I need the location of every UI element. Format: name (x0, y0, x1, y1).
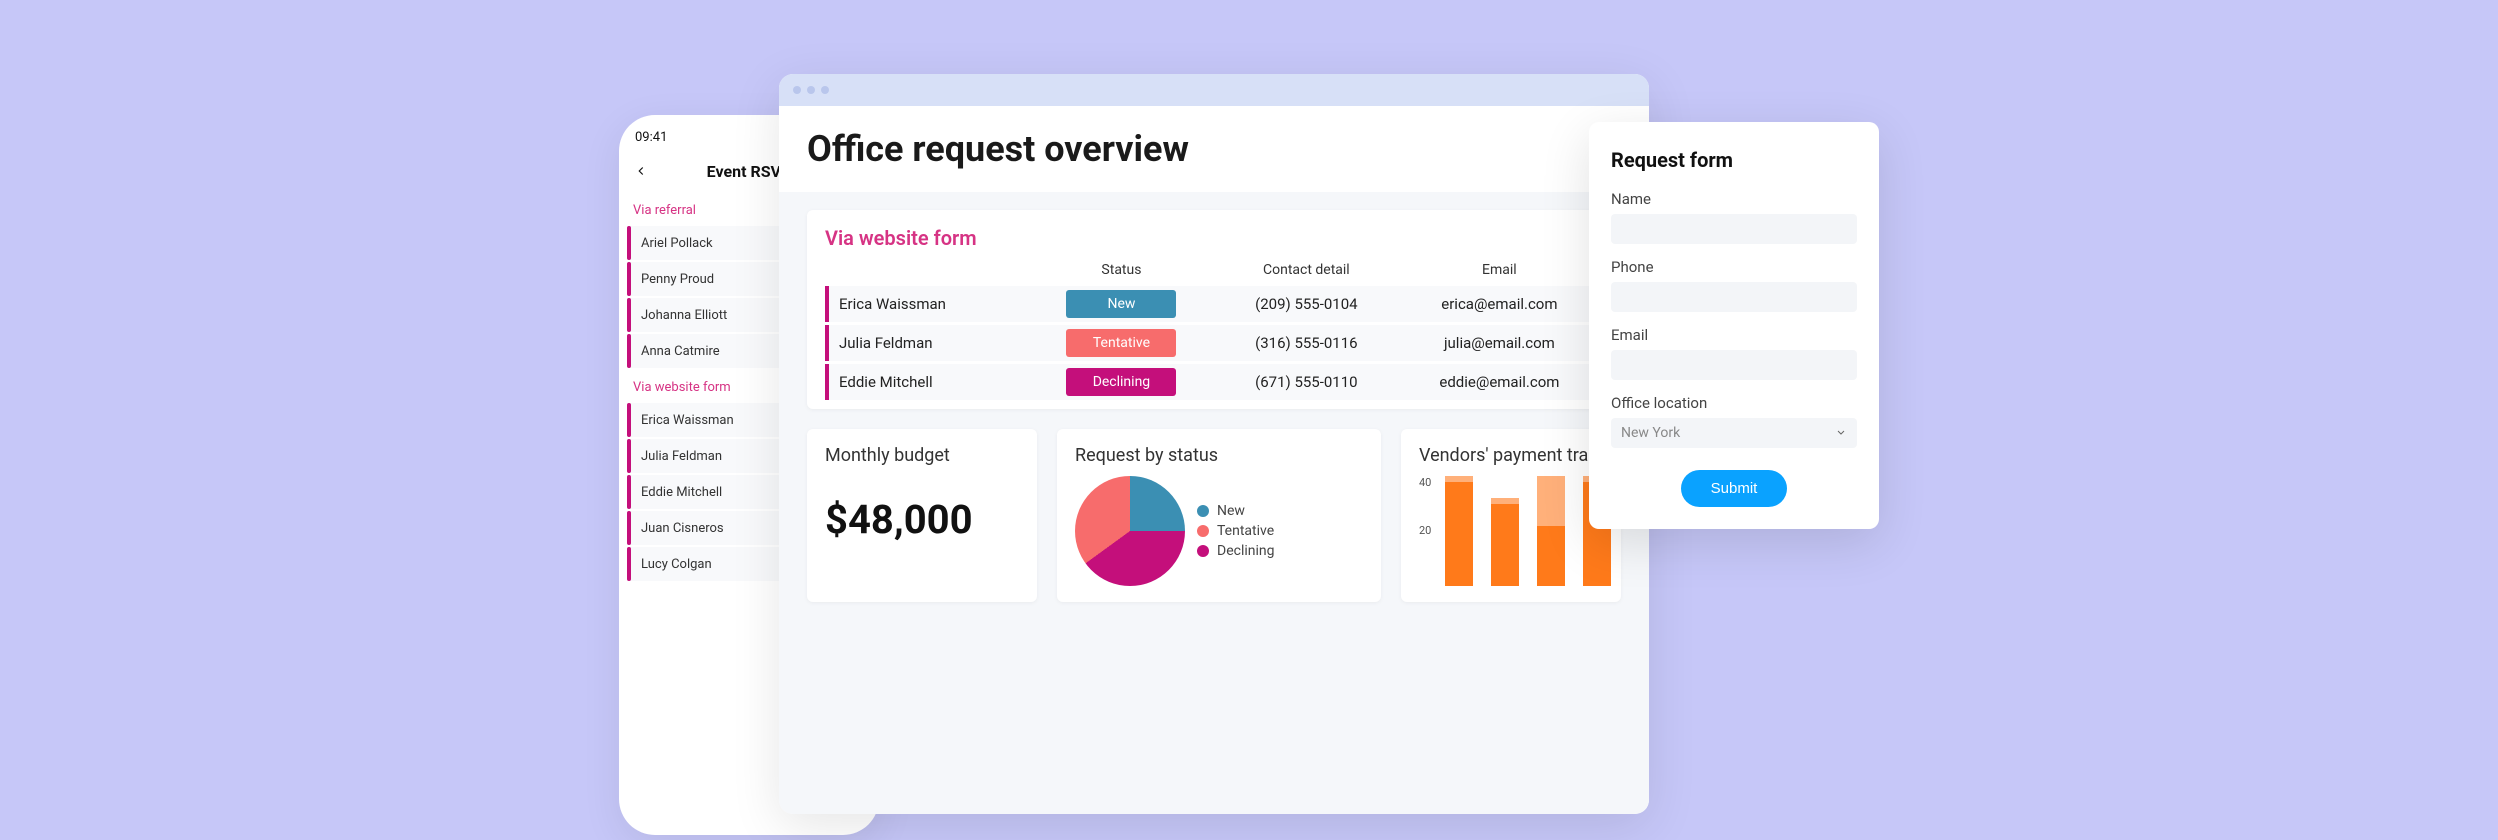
office-select-value: New York (1611, 418, 1857, 448)
legend-tent: Tentative (1217, 523, 1274, 539)
col-email: Email (1396, 254, 1603, 286)
bars-title: Vendors' payment trac (1419, 445, 1603, 466)
bar-segment-paid (1445, 482, 1473, 587)
budget-widget: Monthly budget $48,000 (807, 429, 1037, 602)
cell-status: Tentative (1026, 325, 1217, 361)
col-contact: Contact detail (1217, 254, 1396, 286)
bar-segment-pending (1537, 476, 1565, 526)
browser-chrome (779, 74, 1649, 106)
cell-name: Eddie Mitchell (827, 364, 1026, 400)
row-accent (627, 511, 631, 545)
budget-value: $48,000 (825, 476, 1019, 543)
form-title: Request form (1611, 148, 1857, 172)
cell-phone[interactable]: (671) 555-0110 (1217, 364, 1396, 400)
legend-swatch-new (1197, 505, 1209, 517)
legend-new: New (1217, 503, 1245, 519)
phone-time: 09:41 (635, 130, 667, 145)
table-row[interactable]: Julia Feldman Tentative (316) 555-0116juli… (827, 325, 1603, 361)
bar-column (1445, 476, 1473, 586)
cell-phone[interactable]: (209) 555-0104 (1217, 286, 1396, 322)
widgets-row: Monthly budget $48,000 Request by status… (807, 429, 1621, 602)
pie-chart (1075, 476, 1185, 586)
table-row[interactable]: Erica Waissman New (209) 555-0104erica@ema… (827, 286, 1603, 322)
office-select[interactable]: New York (1611, 418, 1857, 448)
table-row[interactable]: Eddie Mitchell Declining (671) 555-0110edd… (827, 364, 1603, 400)
status-pie-widget: Request by status New Tentative Declinin… (1057, 429, 1381, 602)
label-phone: Phone (1611, 258, 1857, 276)
phone-input[interactable] (1611, 282, 1857, 312)
pie-legend: New Tentative Declining (1197, 499, 1274, 563)
y-tick-40: 40 (1419, 476, 1431, 489)
cell-phone[interactable]: (316) 555-0116 (1217, 325, 1396, 361)
cell-email[interactable]: julia@email.com (1396, 325, 1603, 361)
col-status: Status (1026, 254, 1217, 286)
row-accent (627, 226, 631, 260)
bar-segment-paid (1491, 504, 1519, 587)
cell-email[interactable]: eddie@email.com (1396, 364, 1603, 400)
bar-column (1491, 476, 1519, 586)
row-accent (627, 547, 631, 581)
row-accent (627, 439, 631, 473)
label-office: Office location (1611, 394, 1857, 412)
cell-status: New (1026, 286, 1217, 322)
window-dot (807, 86, 815, 94)
status-pill: Declining (1066, 368, 1176, 396)
y-tick-20: 20 (1419, 524, 1431, 537)
legend-swatch-tent (1197, 525, 1209, 537)
label-name: Name (1611, 190, 1857, 208)
requests-card-title: Via website form (825, 226, 1603, 250)
row-accent (627, 334, 631, 368)
cell-status: Declining (1026, 364, 1217, 400)
legend-dec: Declining (1217, 543, 1274, 559)
status-pill: Tentative (1066, 329, 1176, 357)
bar-segment-paid (1537, 526, 1565, 587)
window-dot (793, 86, 801, 94)
cell-name: Erica Waissman (827, 286, 1026, 322)
name-input[interactable] (1611, 214, 1857, 244)
requests-table: Name Status Contact detail Email Erica W… (825, 254, 1603, 403)
legend-swatch-dec (1197, 545, 1209, 557)
vendors-bar-widget: Vendors' payment trac 40 20 (1401, 429, 1621, 602)
window-dot (821, 86, 829, 94)
label-email: Email (1611, 326, 1857, 344)
browser-window: Office request overview Via website form… (779, 74, 1649, 814)
bar-chart: 40 20 (1419, 476, 1603, 586)
email-input[interactable] (1611, 350, 1857, 380)
row-accent (627, 403, 631, 437)
requests-table-card: Via website form Name Status Contact det… (807, 210, 1621, 409)
status-pill: New (1066, 290, 1176, 318)
dashboard: Office request overview Via website form… (779, 106, 1649, 814)
row-accent (627, 475, 631, 509)
pie-title: Request by status (1075, 445, 1363, 466)
row-accent (627, 262, 631, 296)
bar-column (1537, 476, 1565, 586)
cell-email[interactable]: erica@email.com (1396, 286, 1603, 322)
cell-name: Julia Feldman (827, 325, 1026, 361)
dashboard-title: Office request overview (779, 106, 1649, 192)
budget-title: Monthly budget (825, 445, 1019, 466)
submit-button[interactable]: Submit (1681, 470, 1788, 507)
request-form-panel: Request form Name Phone Email Office loc… (1589, 122, 1879, 529)
row-accent (627, 298, 631, 332)
